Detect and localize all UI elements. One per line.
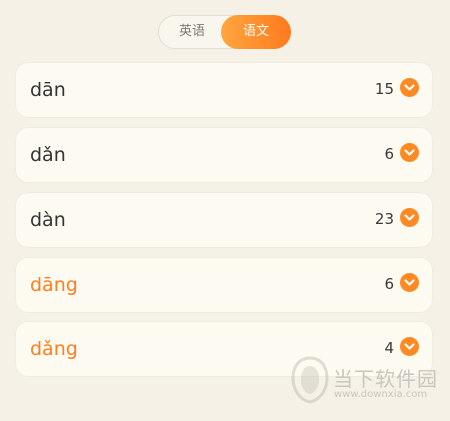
language-toggle: 英语 语文 [158,15,291,49]
chevron-down-icon[interactable] [400,78,419,97]
syllable-label: dǎn [30,144,66,166]
syllable-label: dān [30,79,66,101]
watermark-url: www.downxia.com [334,389,428,400]
char-count: 23 [374,210,394,228]
watermark-text: 当下软件园 [333,367,438,391]
syllable-row[interactable]: dāng 6 [16,258,432,312]
char-count: 6 [384,275,394,293]
chevron-down-icon[interactable] [400,143,419,162]
tab-chinese[interactable]: 语文 [221,15,291,49]
syllable-label: dàn [30,209,66,231]
syllable-label: dāng [30,274,78,296]
tab-english[interactable]: 英语 [159,15,225,49]
chevron-down-icon[interactable] [400,208,419,227]
watermark-logo-icon [290,356,330,404]
syllable-row[interactable]: dǎn 6 [16,128,432,182]
char-count: 15 [374,80,394,98]
chevron-down-icon[interactable] [400,337,419,356]
syllable-label: dǎng [30,338,78,360]
syllable-row[interactable]: dàn 23 [16,193,432,247]
syllable-row[interactable]: dān 15 [16,63,432,117]
char-count: 6 [384,145,394,163]
chevron-down-icon[interactable] [400,273,419,292]
